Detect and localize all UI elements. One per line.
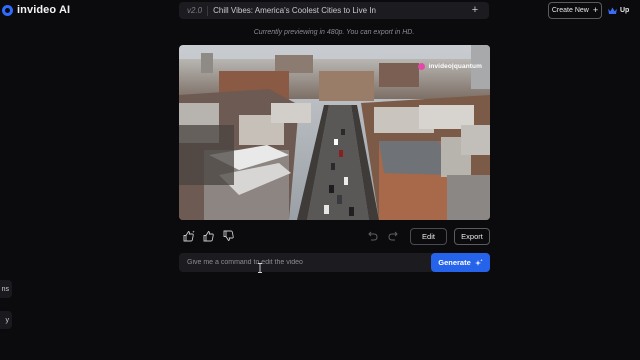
generate-button[interactable]: Generate bbox=[431, 253, 490, 272]
sparkle-icon bbox=[474, 258, 483, 266]
watermark-logo-icon bbox=[418, 63, 426, 70]
video-preview[interactable]: invideo|quantum bbox=[179, 45, 490, 220]
export-button[interactable]: Export bbox=[454, 228, 490, 245]
edit-button[interactable]: Edit bbox=[410, 228, 447, 245]
upgrade-label: Up bbox=[620, 6, 630, 14]
feedback-group bbox=[182, 229, 236, 243]
preview-quality-note: Currently previewing in 480p. You can ex… bbox=[253, 29, 415, 36]
watermark: invideo|quantum bbox=[418, 63, 482, 70]
create-new-label: Create New bbox=[551, 7, 589, 14]
history-controls bbox=[367, 229, 399, 243]
side-tab-b[interactable]: y bbox=[0, 311, 12, 329]
app-logo[interactable]: invideo AI bbox=[2, 3, 70, 17]
plus-icon[interactable]: + bbox=[469, 5, 481, 16]
invideo-logo-icon bbox=[2, 4, 13, 16]
command-input[interactable] bbox=[179, 253, 431, 272]
create-plus-icon: + bbox=[592, 5, 599, 15]
create-new-button[interactable]: Create New + bbox=[548, 2, 602, 19]
side-tab-a[interactable]: ns bbox=[0, 280, 12, 298]
version-label: v2.0 bbox=[187, 6, 203, 15]
undo-icon[interactable] bbox=[367, 229, 379, 243]
thumbs-down-icon[interactable] bbox=[222, 229, 236, 243]
text-cursor-icon bbox=[258, 263, 262, 273]
upgrade-button[interactable]: Up bbox=[608, 4, 640, 16]
thumbs-up-sparkle-icon[interactable] bbox=[182, 229, 196, 243]
video-title: Chill Vibes: America's Coolest Cities to… bbox=[213, 6, 376, 15]
app-name: invideo AI bbox=[17, 4, 71, 16]
thumbs-up-icon[interactable] bbox=[202, 229, 216, 243]
side-tab-a-label: ns bbox=[1, 285, 9, 293]
title-divider bbox=[207, 5, 209, 16]
command-bar: Generate bbox=[179, 253, 490, 272]
video-frame-image bbox=[179, 45, 490, 220]
side-tab-b-label: y bbox=[5, 316, 10, 324]
generate-label: Generate bbox=[438, 258, 471, 267]
redo-icon[interactable] bbox=[387, 229, 399, 243]
crown-icon bbox=[608, 6, 617, 14]
video-title-bar[interactable]: v2.0 Chill Vibes: America's Coolest Citi… bbox=[179, 2, 489, 19]
watermark-text: invideo|quantum bbox=[428, 63, 482, 70]
